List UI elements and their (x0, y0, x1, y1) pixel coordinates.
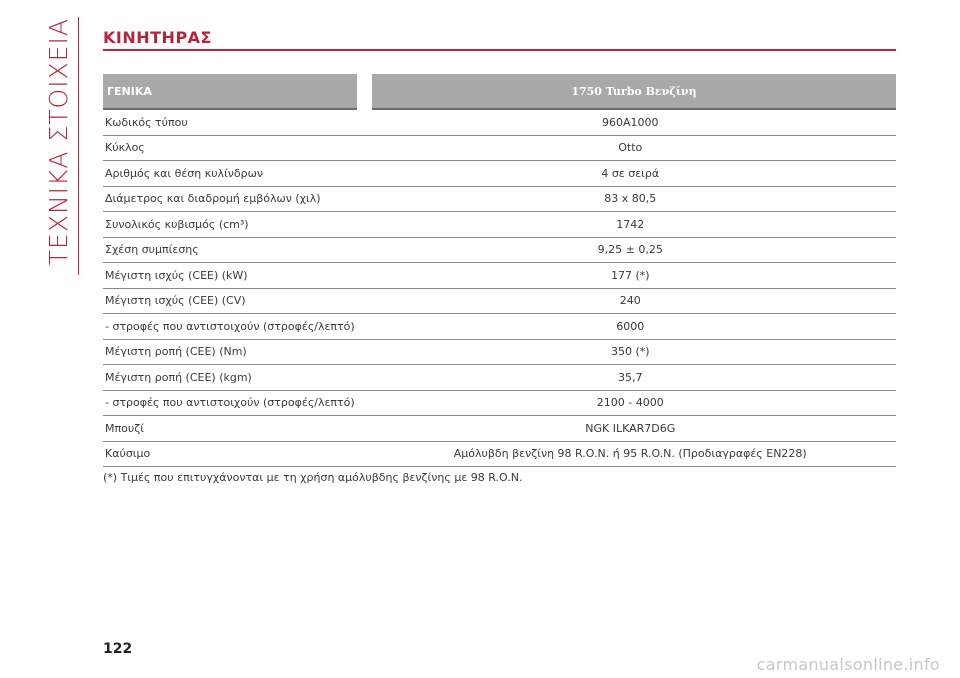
table-row: Διάμετρος και διαδρομή εμβόλων (χιλ) 83 x… (103, 186, 896, 212)
side-section-title: ΤΕΧΝΙΚΑ ΣΤΟΙΧΕΙΑ (38, 18, 78, 278)
spec-value: 350 (*) (364, 339, 896, 365)
spec-value: 6000 (364, 313, 896, 340)
spec-label: Διάμετρος και διαδρομή εμβόλων (χιλ) (103, 186, 365, 212)
header-engine-variant: 1750 Turbo Βενζίνη (364, 74, 896, 110)
table-row: Κωδικός τύπου 960A1000 (103, 109, 896, 136)
table-header-row: ΓΕΝΙΚΑ 1750 Turbo Βενζίνη (103, 74, 896, 110)
table-row: - στροφές που αντιστοιχούν (στροφές/λεπτ… (103, 313, 896, 340)
spec-value: 2100 - 4000 (364, 390, 896, 416)
spec-value: 240 (364, 288, 896, 314)
spec-label: Μέγιστη ισχύς (CEE) (kW) (103, 262, 365, 289)
spec-label: Συνολικός κυβισμός (cm³) (103, 211, 365, 238)
table-row: Μέγιστη ισχύς (CEE) (CV) 240 (103, 288, 896, 314)
table-row: Μέγιστη ροπή (CEE) (Nm) 350 (*) (103, 339, 896, 365)
table-row: Κύκλος Otto (103, 135, 896, 161)
spec-value: 9,25 ± 0,25 (364, 237, 896, 263)
spec-label: - στροφές που αντιστοιχούν (στροφές/λεπτ… (103, 313, 365, 340)
spec-value: NGK ILKAR7D6G (364, 415, 896, 442)
title-divider (103, 49, 896, 51)
spec-value: 4 σε σειρά (364, 160, 896, 187)
table-body: Κωδικός τύπου 960A1000 Κύκλος Otto Αριθμός κ… (103, 109, 896, 467)
page-title: ΚΙΝΗΤΗΡΑΣ (103, 28, 212, 47)
table-row: Μέγιστη ισχύς (CEE) (kW) 177 (*) (103, 262, 896, 289)
table-row: Συνολικός κυβισμός (cm³) 1742 (103, 211, 896, 238)
spec-value: 35,7 (364, 364, 896, 391)
table-row: Μέγιστη ροπή (CEE) (kgm) 35,7 (103, 364, 896, 391)
engine-spec-table: ΓΕΝΙΚΑ 1750 Turbo Βενζίνη Κωδικός τύπου 9… (103, 74, 896, 467)
spec-value: 83 x 80,5 (364, 186, 896, 212)
watermark: carmanualsonline.info (756, 655, 940, 674)
spec-label: Μέγιστη ροπή (CEE) (kgm) (103, 364, 365, 391)
spec-value: 1742 (364, 211, 896, 238)
spec-label: Κωδικός τύπου (103, 109, 365, 136)
side-divider (78, 17, 79, 275)
spec-label: Σχέση συμπίεσης (103, 237, 365, 263)
spec-label: Μέγιστη ισχύς (CEE) (CV) (103, 288, 365, 314)
spec-label: Καύσιμο (103, 441, 365, 467)
spec-value: Otto (364, 135, 896, 161)
side-section-title-text: ΤΕΧΝΙΚΑ ΣΤΟΙΧΕΙΑ (43, 18, 73, 266)
table-row: - στροφές που αντιστοιχούν (στροφές/λεπτ… (103, 390, 896, 416)
spec-value: 960A1000 (364, 109, 896, 136)
header-general: ΓΕΝΙΚΑ (103, 74, 372, 110)
table-row: Σχέση συμπίεσης 9,25 ± 0,25 (103, 237, 896, 263)
spec-value: 177 (*) (364, 262, 896, 289)
spec-value: Αμόλυβδη βενζίνη 98 R.O.N. ή 95 R.O.N. (… (364, 441, 896, 467)
table-row: Αριθμός και θέση κυλίνδρων 4 σε σειρά (103, 160, 896, 187)
spec-label: Κύκλος (103, 135, 365, 161)
spec-label: - στροφές που αντιστοιχούν (στροφές/λεπτ… (103, 390, 365, 416)
spec-label: Μπουζί (103, 415, 365, 442)
footnote: (*) Τιμές που επιτυγχάνονται με τη χρήση… (103, 471, 523, 484)
table-row: Καύσιμο Αμόλυβδη βενζίνη 98 R.O.N. ή 95 R… (103, 441, 896, 467)
spec-label: Αριθμός και θέση κυλίνδρων (103, 160, 365, 187)
table-row: Μπουζί NGK ILKAR7D6G (103, 415, 896, 442)
spec-label: Μέγιστη ροπή (CEE) (Nm) (103, 339, 365, 365)
page-number: 122 (103, 641, 133, 657)
